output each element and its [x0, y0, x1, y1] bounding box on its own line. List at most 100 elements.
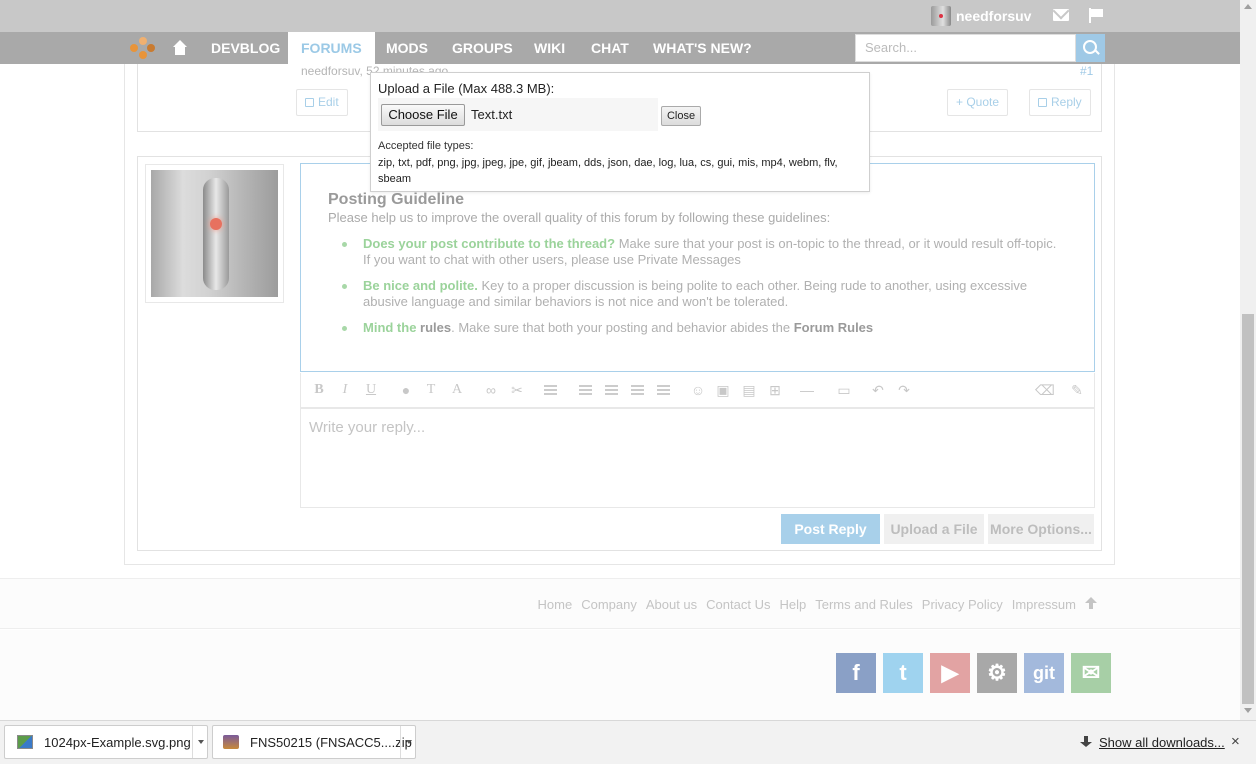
- guideline-intro: Please help us to improve the overall qu…: [328, 210, 831, 225]
- post-reply-button[interactable]: Post Reply: [781, 514, 880, 544]
- search-icon[interactable]: [1076, 34, 1105, 62]
- show-all-downloads-link[interactable]: Show all downloads...: [1079, 735, 1225, 750]
- link-icon[interactable]: ∞: [483, 382, 499, 398]
- twitter-icon[interactable]: t: [883, 653, 923, 693]
- font-size-icon[interactable]: T: [423, 382, 439, 398]
- underline-icon[interactable]: U: [363, 382, 379, 398]
- editor-placeholder: Write your reply...: [309, 419, 426, 436]
- guideline-title: Posting Guideline: [328, 191, 465, 208]
- forum-rules-link[interactable]: Forum Rules: [794, 320, 873, 335]
- footer-link-help[interactable]: Help: [779, 597, 806, 612]
- reply-editor[interactable]: Write your reply...: [300, 408, 1095, 508]
- download-item[interactable]: FNS50215 (FNSACC5....zip: [212, 725, 416, 759]
- email-icon[interactable]: ✉: [1071, 653, 1111, 693]
- save-draft-icon[interactable]: ▭: [836, 382, 852, 398]
- posting-guideline: Posting Guideline Please help us to impr…: [300, 163, 1095, 372]
- footer-links-bar: Home Company About us Contact Us Help Te…: [0, 578, 1240, 629]
- post-permalink[interactable]: #1: [1080, 64, 1093, 78]
- footer-link-home[interactable]: Home: [538, 597, 573, 612]
- choose-file-button[interactable]: Choose File: [381, 104, 465, 126]
- footer-link-privacy[interactable]: Privacy Policy: [922, 597, 1003, 612]
- nav-wiki[interactable]: WIKI: [534, 32, 565, 64]
- upload-popup-title: Upload a File (Max 488.3 MB):: [378, 81, 555, 96]
- nav-forums[interactable]: FORUMS: [288, 32, 375, 64]
- nav-whats-new[interactable]: WHAT'S NEW?: [653, 32, 752, 64]
- download-file-name: FNS50215 (FNSACC5....zip: [250, 735, 412, 750]
- nav-groups[interactable]: GROUPS: [452, 32, 513, 64]
- indent-icon[interactable]: [656, 382, 672, 398]
- eraser-icon[interactable]: ⌫: [1035, 382, 1055, 398]
- close-icon[interactable]: ×: [1231, 733, 1240, 750]
- upload-file-popup: Upload a File (Max 488.3 MB): Choose Fil…: [370, 72, 870, 192]
- page-scrollbar[interactable]: [1240, 0, 1256, 720]
- outdent-icon[interactable]: [630, 382, 646, 398]
- media-icon[interactable]: ▤: [741, 382, 757, 398]
- scroll-up-icon[interactable]: [1244, 4, 1252, 9]
- more-options-button[interactable]: More Options...: [988, 514, 1094, 544]
- accepted-types-label: Accepted file types:: [378, 140, 474, 152]
- close-button[interactable]: Close: [661, 106, 701, 126]
- insert-icon[interactable]: ⊞: [767, 382, 783, 398]
- nav-devblog[interactable]: DEVBLOG: [211, 32, 280, 64]
- flag-icon[interactable]: [1089, 8, 1105, 23]
- git-icon[interactable]: git: [1024, 653, 1064, 693]
- color-icon[interactable]: ●: [398, 382, 414, 398]
- facebook-icon[interactable]: f: [836, 653, 876, 693]
- footer-link-impressum[interactable]: Impressum: [1012, 597, 1076, 612]
- download-item[interactable]: 1024px-Example.svg.png: [4, 725, 208, 759]
- numbered-list-icon[interactable]: [604, 382, 620, 398]
- main-nav: DEVBLOG FORUMS MODS GROUPS WIKI CHAT WHA…: [0, 32, 1240, 64]
- upload-file-button[interactable]: Upload a File: [884, 514, 984, 544]
- avatar-image: [151, 170, 278, 297]
- reply-button[interactable]: Reply: [1029, 89, 1091, 116]
- username: needforsuv: [956, 8, 1032, 24]
- bullet-list-icon[interactable]: [578, 382, 594, 398]
- redo-icon[interactable]: ↷: [896, 382, 912, 398]
- quote-button[interactable]: + Quote: [947, 89, 1009, 116]
- unlink-icon[interactable]: ✂: [509, 382, 525, 398]
- footer-links: Home Company About us Contact Us Help Te…: [538, 597, 1097, 612]
- youtube-icon[interactable]: ▶: [930, 653, 970, 693]
- guideline-item: Does your post contribute to the thread?…: [342, 236, 1063, 268]
- chevron-down-icon[interactable]: [192, 726, 208, 758]
- avatar[interactable]: [145, 164, 284, 303]
- download-file-name: 1024px-Example.svg.png: [44, 735, 191, 750]
- chevron-down-icon[interactable]: [400, 726, 416, 758]
- steam-icon[interactable]: ⚙: [977, 653, 1017, 693]
- accepted-types-list: zip, txt, pdf, png, jpg, jpeg, jpe, gif,…: [378, 157, 838, 185]
- footer-link-contact[interactable]: Contact Us: [706, 597, 770, 612]
- scroll-down-icon[interactable]: [1244, 708, 1252, 713]
- editor-toolbar: B I U ● T A ∞ ✂ ☺ ▣ ▤ ⊞ — ▭ ↶ ↷ ⌫ ✎: [300, 373, 1095, 408]
- footer-link-terms[interactable]: Terms and Rules: [815, 597, 913, 612]
- horizontal-rule-icon[interactable]: —: [799, 382, 815, 398]
- footer-link-company[interactable]: Company: [581, 597, 637, 612]
- edit-button[interactable]: Edit: [296, 89, 348, 116]
- selected-file-name: Text.txt: [471, 107, 513, 122]
- user-bar: needforsuv: [0, 0, 1240, 32]
- align-icon[interactable]: [543, 382, 559, 398]
- italic-icon[interactable]: I: [337, 382, 353, 398]
- image-icon[interactable]: ▣: [715, 382, 731, 398]
- search-input[interactable]: Search...: [855, 34, 1076, 62]
- footer-link-about[interactable]: About us: [646, 597, 697, 612]
- user-menu[interactable]: needforsuv: [931, 6, 1031, 26]
- guideline-item: Be nice and polite. Key to a proper disc…: [342, 278, 1063, 310]
- pencil-icon: [305, 98, 314, 107]
- rules-link[interactable]: rules: [416, 320, 451, 335]
- scroll-top-icon[interactable]: [1085, 597, 1097, 609]
- wrench-icon[interactable]: ✎: [1069, 382, 1085, 398]
- user-avatar: [931, 6, 951, 26]
- nav-chat[interactable]: CHAT: [591, 32, 629, 64]
- smilie-icon[interactable]: ☺: [690, 382, 706, 398]
- file-input[interactable]: Choose File Text.txt: [378, 98, 658, 131]
- image-file-icon: [17, 735, 33, 749]
- nav-mods[interactable]: MODS: [386, 32, 428, 64]
- home-icon[interactable]: [172, 40, 188, 56]
- undo-icon[interactable]: ↶: [870, 382, 886, 398]
- font-family-icon[interactable]: A: [449, 382, 465, 398]
- mail-icon[interactable]: [1053, 9, 1069, 21]
- scrollbar-thumb[interactable]: [1242, 314, 1254, 704]
- reply-icon: [1038, 98, 1047, 107]
- site-logo[interactable]: [130, 37, 156, 59]
- bold-icon[interactable]: B: [311, 382, 327, 398]
